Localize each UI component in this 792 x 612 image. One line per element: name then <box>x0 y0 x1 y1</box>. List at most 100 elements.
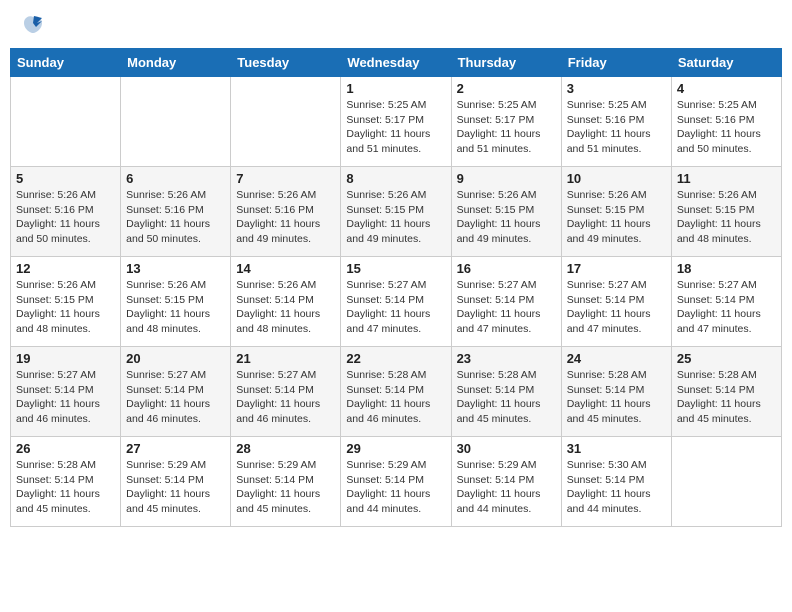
weekday-header-thursday: Thursday <box>451 49 561 77</box>
calendar-cell: 17 Sunrise: 5:27 AMSunset: 5:14 PMDayligh… <box>561 257 671 347</box>
day-info: Sunrise: 5:26 AMSunset: 5:15 PMDaylight:… <box>346 188 445 247</box>
calendar-table: SundayMondayTuesdayWednesdayThursdayFrid… <box>10 48 782 527</box>
day-number: 4 <box>677 81 776 96</box>
day-number: 27 <box>126 441 225 456</box>
calendar-cell: 27 Sunrise: 5:29 AMSunset: 5:14 PMDayligh… <box>121 437 231 527</box>
calendar-cell: 20Sunrise: 5:27 AMSunset: 5:14 PMDayligh… <box>121 347 231 437</box>
day-info: Sunrise: 5:26 AMSunset: 5:15 PMDaylight:… <box>126 278 225 337</box>
day-info: Sunrise: 5:27 AMSunset: 5:14 PMDaylight:… <box>457 278 556 337</box>
day-number: 21 <box>236 351 335 366</box>
calendar-cell: 10 Sunrise: 5:26 AMSunset: 5:15 PMDayligh… <box>561 167 671 257</box>
weekday-header-sunday: Sunday <box>11 49 121 77</box>
weekday-header-monday: Monday <box>121 49 231 77</box>
calendar-cell: 26 Sunrise: 5:28 AMSunset: 5:14 PMDayligh… <box>11 437 121 527</box>
day-info: Sunrise: 5:26 AMSunset: 5:15 PMDaylight:… <box>457 188 556 247</box>
day-info: Sunrise: 5:30 AMSunset: 5:14 PMDaylight:… <box>567 458 666 517</box>
calendar-cell: 14 Sunrise: 5:26 AMSunset: 5:14 PMDayligh… <box>231 257 341 347</box>
calendar-cell: 15 Sunrise: 5:27 AMSunset: 5:14 PMDayligh… <box>341 257 451 347</box>
calendar-cell: 25Sunrise: 5:28 AMSunset: 5:14 PMDayligh… <box>671 347 781 437</box>
calendar-cell <box>11 77 121 167</box>
weekday-header-wednesday: Wednesday <box>341 49 451 77</box>
day-number: 19 <box>16 351 115 366</box>
calendar-week-row: 5 Sunrise: 5:26 AMSunset: 5:16 PMDaylight… <box>11 167 782 257</box>
day-number: 1 <box>346 81 445 96</box>
day-info: Sunrise: 5:26 AMSunset: 5:15 PMDaylight:… <box>16 278 115 337</box>
calendar-cell: 30 Sunrise: 5:29 AMSunset: 5:14 PMDayligh… <box>451 437 561 527</box>
calendar-cell: 4Sunrise: 5:25 AMSunset: 5:16 PMDaylight… <box>671 77 781 167</box>
day-number: 16 <box>457 261 556 276</box>
calendar-cell: 2 Sunrise: 5:25 AMSunset: 5:17 PMDaylight… <box>451 77 561 167</box>
calendar-cell: 31Sunrise: 5:30 AMSunset: 5:14 PMDayligh… <box>561 437 671 527</box>
calendar-week-row: 12 Sunrise: 5:26 AMSunset: 5:15 PMDayligh… <box>11 257 782 347</box>
day-number: 12 <box>16 261 115 276</box>
weekday-header-friday: Friday <box>561 49 671 77</box>
day-info: Sunrise: 5:27 AMSunset: 5:14 PMDaylight:… <box>346 278 445 337</box>
calendar-cell: 16 Sunrise: 5:27 AMSunset: 5:14 PMDayligh… <box>451 257 561 347</box>
day-number: 7 <box>236 171 335 186</box>
day-number: 17 <box>567 261 666 276</box>
calendar-week-row: 1 Sunrise: 5:25 AMSunset: 5:17 PMDaylight… <box>11 77 782 167</box>
calendar-cell: 6Sunrise: 5:26 AMSunset: 5:16 PMDaylight… <box>121 167 231 257</box>
calendar-cell: 13 Sunrise: 5:26 AMSunset: 5:15 PMDayligh… <box>121 257 231 347</box>
day-info: Sunrise: 5:26 AMSunset: 5:16 PMDaylight:… <box>16 188 115 247</box>
calendar-cell: 22Sunrise: 5:28 AMSunset: 5:14 PMDayligh… <box>341 347 451 437</box>
day-number: 3 <box>567 81 666 96</box>
day-info: Sunrise: 5:27 AMSunset: 5:14 PMDaylight:… <box>236 368 335 427</box>
day-number: 14 <box>236 261 335 276</box>
day-number: 13 <box>126 261 225 276</box>
day-info: Sunrise: 5:29 AMSunset: 5:14 PMDaylight:… <box>236 458 335 517</box>
day-number: 5 <box>16 171 115 186</box>
calendar-cell <box>231 77 341 167</box>
calendar-cell: 12 Sunrise: 5:26 AMSunset: 5:15 PMDayligh… <box>11 257 121 347</box>
day-number: 9 <box>457 171 556 186</box>
calendar-cell: 11 Sunrise: 5:26 AMSunset: 5:15 PMDayligh… <box>671 167 781 257</box>
calendar-cell: 1 Sunrise: 5:25 AMSunset: 5:17 PMDaylight… <box>341 77 451 167</box>
day-number: 29 <box>346 441 445 456</box>
day-info: Sunrise: 5:25 AMSunset: 5:17 PMDaylight:… <box>457 98 556 157</box>
calendar-cell: 7 Sunrise: 5:26 AMSunset: 5:16 PMDaylight… <box>231 167 341 257</box>
day-info: Sunrise: 5:27 AMSunset: 5:14 PMDaylight:… <box>16 368 115 427</box>
day-info: Sunrise: 5:27 AMSunset: 5:14 PMDaylight:… <box>677 278 776 337</box>
day-info: Sunrise: 5:27 AMSunset: 5:14 PMDaylight:… <box>567 278 666 337</box>
calendar-cell: 3Sunrise: 5:25 AMSunset: 5:16 PMDaylight… <box>561 77 671 167</box>
day-number: 15 <box>346 261 445 276</box>
calendar-cell <box>671 437 781 527</box>
day-info: Sunrise: 5:26 AMSunset: 5:14 PMDaylight:… <box>236 278 335 337</box>
day-number: 11 <box>677 171 776 186</box>
weekday-header-row: SundayMondayTuesdayWednesdayThursdayFrid… <box>11 49 782 77</box>
day-info: Sunrise: 5:28 AMSunset: 5:14 PMDaylight:… <box>457 368 556 427</box>
day-info: Sunrise: 5:29 AMSunset: 5:14 PMDaylight:… <box>346 458 445 517</box>
day-number: 28 <box>236 441 335 456</box>
calendar-cell <box>121 77 231 167</box>
day-number: 2 <box>457 81 556 96</box>
day-info: Sunrise: 5:26 AMSunset: 5:15 PMDaylight:… <box>567 188 666 247</box>
day-info: Sunrise: 5:27 AMSunset: 5:14 PMDaylight:… <box>126 368 225 427</box>
calendar-cell: 9 Sunrise: 5:26 AMSunset: 5:15 PMDaylight… <box>451 167 561 257</box>
calendar-cell: 18Sunrise: 5:27 AMSunset: 5:14 PMDayligh… <box>671 257 781 347</box>
calendar-cell: 29 Sunrise: 5:29 AMSunset: 5:14 PMDayligh… <box>341 437 451 527</box>
day-number: 26 <box>16 441 115 456</box>
day-info: Sunrise: 5:26 AMSunset: 5:16 PMDaylight:… <box>236 188 335 247</box>
calendar-cell: 28 Sunrise: 5:29 AMSunset: 5:14 PMDayligh… <box>231 437 341 527</box>
page-header <box>10 10 782 40</box>
calendar-week-row: 26 Sunrise: 5:28 AMSunset: 5:14 PMDayligh… <box>11 437 782 527</box>
day-number: 30 <box>457 441 556 456</box>
day-info: Sunrise: 5:26 AMSunset: 5:16 PMDaylight:… <box>126 188 225 247</box>
day-number: 23 <box>457 351 556 366</box>
calendar-cell: 5 Sunrise: 5:26 AMSunset: 5:16 PMDaylight… <box>11 167 121 257</box>
day-info: Sunrise: 5:28 AMSunset: 5:14 PMDaylight:… <box>567 368 666 427</box>
day-info: Sunrise: 5:28 AMSunset: 5:14 PMDaylight:… <box>677 368 776 427</box>
weekday-header-tuesday: Tuesday <box>231 49 341 77</box>
logo <box>20 15 44 35</box>
day-info: Sunrise: 5:29 AMSunset: 5:14 PMDaylight:… <box>457 458 556 517</box>
day-info: Sunrise: 5:29 AMSunset: 5:14 PMDaylight:… <box>126 458 225 517</box>
day-number: 22 <box>346 351 445 366</box>
day-info: Sunrise: 5:25 AMSunset: 5:17 PMDaylight:… <box>346 98 445 157</box>
logo-bird-icon <box>22 15 44 35</box>
day-number: 10 <box>567 171 666 186</box>
calendar-week-row: 19 Sunrise: 5:27 AMSunset: 5:14 PMDayligh… <box>11 347 782 437</box>
day-info: Sunrise: 5:28 AMSunset: 5:14 PMDaylight:… <box>16 458 115 517</box>
day-number: 8 <box>346 171 445 186</box>
day-info: Sunrise: 5:26 AMSunset: 5:15 PMDaylight:… <box>677 188 776 247</box>
day-number: 24 <box>567 351 666 366</box>
